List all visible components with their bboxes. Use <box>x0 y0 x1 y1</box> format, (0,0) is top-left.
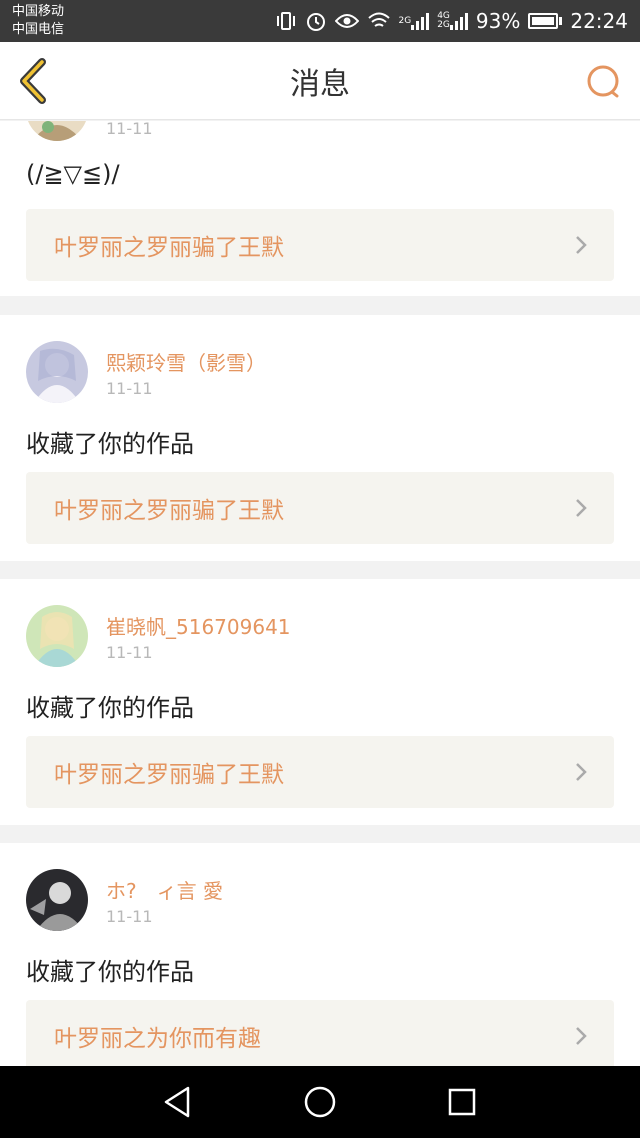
battery-percent: 93% <box>475 9 521 33</box>
header: 消息 <box>0 42 640 120</box>
work-title: 叶罗丽之为你而有趣 <box>54 1026 261 1052</box>
date: 11-11 <box>106 643 153 662</box>
message-text: 收藏了你的作品 <box>26 430 194 458</box>
work-title: 叶罗丽之罗丽骗了王默 <box>54 762 284 788</box>
date: 11-11 <box>106 379 153 398</box>
triangle-back-icon <box>164 1086 190 1118</box>
avatar[interactable] <box>26 605 88 667</box>
search-button[interactable] <box>584 62 624 102</box>
avatar[interactable] <box>26 869 88 931</box>
username[interactable]: ホ? ィ言 愛 <box>106 875 223 904</box>
work-link[interactable]: 叶罗丽之罗丽骗了王默 <box>26 472 614 544</box>
chevron-right-icon <box>576 763 587 781</box>
back-chevron-icon <box>20 58 46 104</box>
username[interactable]: 崔晓帆_516709641 <box>106 611 291 640</box>
clock: 22:24 <box>570 9 628 33</box>
carrier-1: 中国移动 <box>12 4 65 19</box>
message-text: 收藏了你的作品 <box>26 958 194 986</box>
message-list[interactable]: 11-11 (/≧▽≦)/ 叶罗丽之罗丽骗了王默 熙颖玲雪（影雪） 11-11 … <box>0 121 640 1066</box>
status-bar: 中国移动 中国电信 2G 4G 2G 93% 22:24 <box>0 0 640 42</box>
message-text: 收藏了你的作品 <box>26 694 194 722</box>
signal-1-icon: 2G <box>399 12 430 30</box>
message-item: 11-11 (/≧▽≦)/ 叶罗丽之罗丽骗了王默 <box>0 121 640 296</box>
chevron-right-icon <box>576 1027 587 1045</box>
chevron-right-icon <box>576 499 587 517</box>
chevron-right-icon <box>576 236 587 254</box>
avatar[interactable] <box>26 341 88 403</box>
net-1-label: 2G <box>398 15 412 26</box>
system-nav-bar <box>0 1066 640 1138</box>
circle-home-icon <box>304 1086 336 1118</box>
nav-home-button[interactable] <box>302 1084 338 1120</box>
search-icon <box>587 65 619 98</box>
message-item: 崔晓帆_516709641 11-11 收藏了你的作品 叶罗丽之罗丽骗了王默 <box>0 579 640 825</box>
work-link[interactable]: 叶罗丽之罗丽骗了王默 <box>26 209 614 281</box>
carrier-2: 中国电信 <box>12 22 65 37</box>
message-item: 熙颖玲雪（影雪） 11-11 收藏了你的作品 叶罗丽之罗丽骗了王默 <box>0 315 640 561</box>
status-icons: 2G 4G 2G 93% 22:24 <box>275 9 628 33</box>
nav-recents-button[interactable] <box>444 1084 480 1120</box>
message-item: ホ? ィ言 愛 11-11 收藏了你的作品 叶罗丽之为你而有趣 <box>0 843 640 1066</box>
back-button[interactable] <box>14 58 54 104</box>
alarm-icon <box>305 10 327 32</box>
nav-back-button[interactable] <box>160 1084 196 1120</box>
signal-2-icon: 4G 2G <box>437 12 468 30</box>
eye-icon <box>334 13 359 29</box>
wifi-icon <box>367 12 391 30</box>
work-title: 叶罗丽之罗丽骗了王默 <box>54 498 284 524</box>
date: 11-11 <box>106 121 153 138</box>
page-title: 消息 <box>290 66 350 102</box>
battery-icon <box>528 13 563 29</box>
net-2b-label: 2G <box>437 20 450 30</box>
avatar[interactable] <box>26 121 88 141</box>
username[interactable]: 熙颖玲雪（影雪） <box>106 347 266 376</box>
carrier-info: 中国移动 中国电信 <box>12 3 64 39</box>
work-link[interactable]: 叶罗丽之罗丽骗了王默 <box>26 736 614 808</box>
vibrate-icon <box>275 11 297 31</box>
message-text: (/≧▽≦)/ <box>26 160 120 188</box>
work-title: 叶罗丽之罗丽骗了王默 <box>54 235 284 261</box>
date: 11-11 <box>106 907 153 926</box>
work-link[interactable]: 叶罗丽之为你而有趣 <box>26 1000 614 1066</box>
square-recents-icon <box>448 1088 476 1116</box>
